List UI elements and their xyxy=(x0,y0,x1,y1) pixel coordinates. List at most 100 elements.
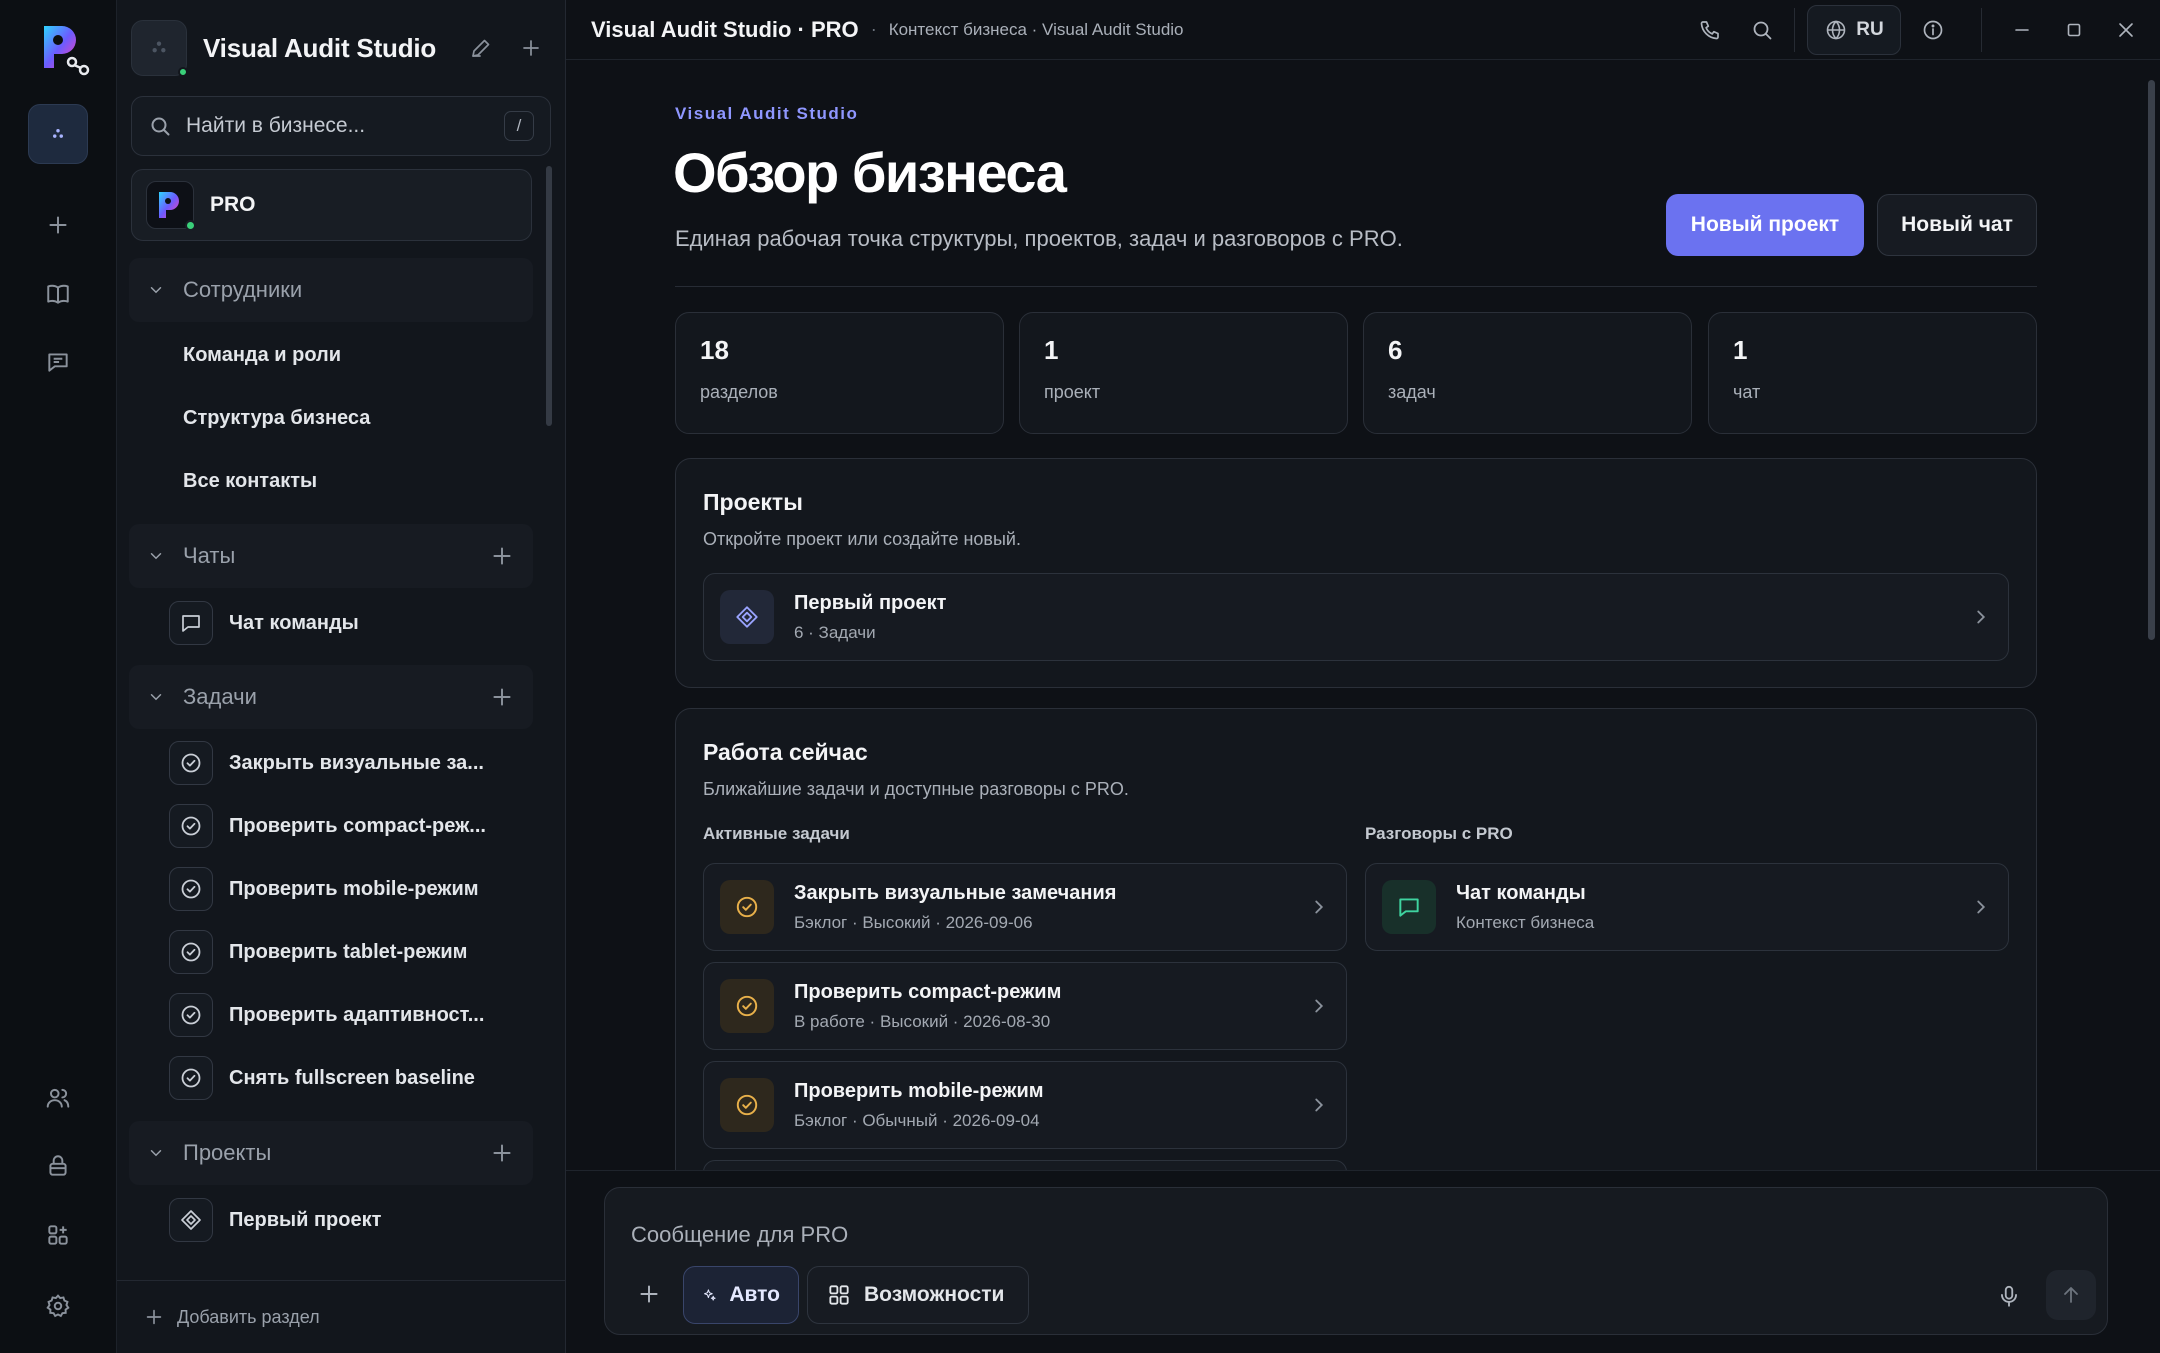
sidebar-task-item[interactable]: Проверить mobile-режим xyxy=(169,864,519,914)
title-separator: · xyxy=(870,19,877,39)
capabilities-button[interactable]: Возможности xyxy=(807,1266,1029,1324)
pro-chats-label: Разговоры с PRO xyxy=(1365,824,1513,843)
rail-settings-button[interactable] xyxy=(28,1276,88,1336)
rail-home-button[interactable] xyxy=(28,104,88,164)
language-label: RU xyxy=(1856,19,1884,40)
new-project-button[interactable]: Новый проект xyxy=(1666,194,1864,256)
task-meta: Бэклог · Высокий · 2026-09-06 xyxy=(794,912,1033,932)
chat-meta: Контекст бизнеса xyxy=(1456,912,1595,932)
check-circle-icon xyxy=(169,930,213,974)
sidebar-item-label: Проверить tablet-режим xyxy=(229,940,468,963)
sidebar-item-first-project[interactable]: Первый проект xyxy=(169,1195,519,1245)
stat-label: чат xyxy=(1733,382,1761,402)
chat-icon xyxy=(48,353,68,372)
task-row[interactable]: Закрыть визуальные замечания Бэклог · Вы… xyxy=(703,863,1347,951)
send-button[interactable] xyxy=(2046,1270,2096,1320)
task-title: Закрыть визуальные замечания xyxy=(794,881,1117,904)
global-search-button[interactable] xyxy=(1736,4,1788,56)
sparkles-icon xyxy=(704,1289,716,1301)
microphone-icon xyxy=(2001,1285,2017,1307)
section-projects-label: Проекты xyxy=(183,1140,272,1165)
sidebar-task-item[interactable]: Снять fullscreen baseline xyxy=(169,1053,519,1103)
stat-card-chats: 1 чат xyxy=(1708,312,2037,434)
close-button[interactable] xyxy=(2100,4,2152,56)
call-button[interactable] xyxy=(1684,4,1736,56)
sidebar-item-label: Закрыть визуальные за... xyxy=(229,751,484,774)
info-button[interactable] xyxy=(1907,4,1959,56)
projects-card-subtitle: Откройте проект или создайте новый. xyxy=(703,529,1021,549)
chat-title: Чат команды xyxy=(1456,881,1586,904)
check-circle-icon xyxy=(720,1078,774,1132)
check-circle-icon xyxy=(720,979,774,1033)
maximize-button[interactable] xyxy=(2048,4,2100,56)
rail-add-button[interactable] xyxy=(28,195,88,255)
lock-icon xyxy=(49,1155,67,1176)
gear-icon xyxy=(46,1294,70,1318)
rail-chats-button[interactable] xyxy=(28,332,88,392)
project-diamond-icon xyxy=(720,590,774,644)
main-scrollbar[interactable] xyxy=(2148,80,2155,640)
add-workspace-item-button[interactable] xyxy=(511,28,551,68)
arrow-up-icon xyxy=(2064,1287,2078,1303)
stat-label: проект xyxy=(1044,382,1101,402)
sidebar-item-all-contacts[interactable]: Все контакты xyxy=(183,461,317,501)
task-row-partial[interactable] xyxy=(703,1160,1347,1170)
add-chat-icon[interactable] xyxy=(489,543,515,569)
task-row[interactable]: Проверить mobile-режим Бэклог · Обычный … xyxy=(703,1061,1347,1149)
rail-security-button[interactable] xyxy=(28,1136,88,1196)
search-icon xyxy=(151,117,170,136)
language-switch[interactable]: RU xyxy=(1807,5,1901,55)
section-staff-header[interactable]: Сотрудники xyxy=(129,258,533,322)
rail-people-button[interactable] xyxy=(28,1068,88,1128)
app-logo-icon[interactable] xyxy=(36,20,92,76)
sidebar-item-business-structure[interactable]: Структура бизнеса xyxy=(183,398,370,438)
sidebar: Visual Audit Studio Найти в бизнесе... /… xyxy=(117,0,566,1353)
window-title: Visual Audit Studio · PRO xyxy=(591,16,859,42)
rail-apps-button[interactable] xyxy=(28,1205,88,1265)
add-section-button[interactable]: Добавить раздел xyxy=(117,1280,566,1353)
task-row[interactable]: Проверить compact-режим В работе · Высок… xyxy=(703,962,1347,1050)
message-composer[interactable]: Сообщение для PRO Авто Возможности xyxy=(604,1187,2108,1335)
minimize-button[interactable] xyxy=(1996,4,2048,56)
message-input[interactable]: Сообщение для PRO xyxy=(631,1222,848,1248)
workspace-avatar[interactable] xyxy=(131,20,188,77)
capabilities-label: Возможности xyxy=(864,1283,1005,1306)
voice-input-button[interactable] xyxy=(1989,1274,2029,1318)
close-icon xyxy=(2119,23,2133,37)
sidebar-task-item[interactable]: Проверить адаптивност... xyxy=(169,990,519,1040)
chevron-down-icon xyxy=(150,553,162,560)
auto-mode-label: Авто xyxy=(729,1283,780,1306)
sidebar-item-label: Проверить mobile-режим xyxy=(229,877,479,900)
online-status-dot xyxy=(178,67,188,77)
active-tasks-label: Активные задачи xyxy=(703,824,850,843)
sidebar-search-input[interactable]: Найти в бизнесе... / xyxy=(131,96,551,156)
section-chats-header[interactable]: Чаты xyxy=(129,524,533,588)
edit-workspace-button[interactable] xyxy=(461,28,501,68)
sidebar-task-item[interactable]: Проверить compact-реж... xyxy=(169,801,519,851)
pro-assistant-card[interactable]: PRO xyxy=(131,169,532,241)
chat-row[interactable]: Чат команды Контекст бизнеса xyxy=(1365,863,2009,951)
auto-mode-button[interactable]: Авто xyxy=(683,1266,799,1324)
sidebar-task-item[interactable]: Закрыть визуальные за... xyxy=(169,738,519,788)
search-shortcut-badge: / xyxy=(504,111,534,141)
add-project-icon[interactable] xyxy=(489,1140,515,1166)
add-task-icon[interactable] xyxy=(489,684,515,710)
chevron-down-icon xyxy=(150,1150,162,1157)
attach-button[interactable] xyxy=(629,1272,669,1316)
sidebar-item-team-chat[interactable]: Чат команды xyxy=(169,598,519,648)
project-meta: 6 · Задачи xyxy=(794,622,876,642)
task-title: Проверить mobile-режим xyxy=(794,1079,1044,1102)
chat-icon xyxy=(169,601,213,645)
rail-knowledge-button[interactable] xyxy=(28,264,88,324)
plus-icon xyxy=(146,1309,162,1325)
sidebar-scrollbar[interactable] xyxy=(546,166,552,426)
sidebar-item-team-roles[interactable]: Команда и роли xyxy=(183,335,341,375)
section-projects-header[interactable]: Проекты xyxy=(129,1121,533,1185)
section-tasks-header[interactable]: Задачи xyxy=(129,665,533,729)
book-icon xyxy=(47,284,69,304)
sidebar-task-item[interactable]: Проверить tablet-режим xyxy=(169,927,519,977)
sidebar-item-label: Чат команды xyxy=(229,611,359,634)
new-chat-button[interactable]: Новый чат xyxy=(1877,194,2037,256)
page-eyebrow: Visual Audit Studio xyxy=(675,104,859,123)
project-row[interactable]: Первый проект 6 · Задачи xyxy=(703,573,2009,661)
